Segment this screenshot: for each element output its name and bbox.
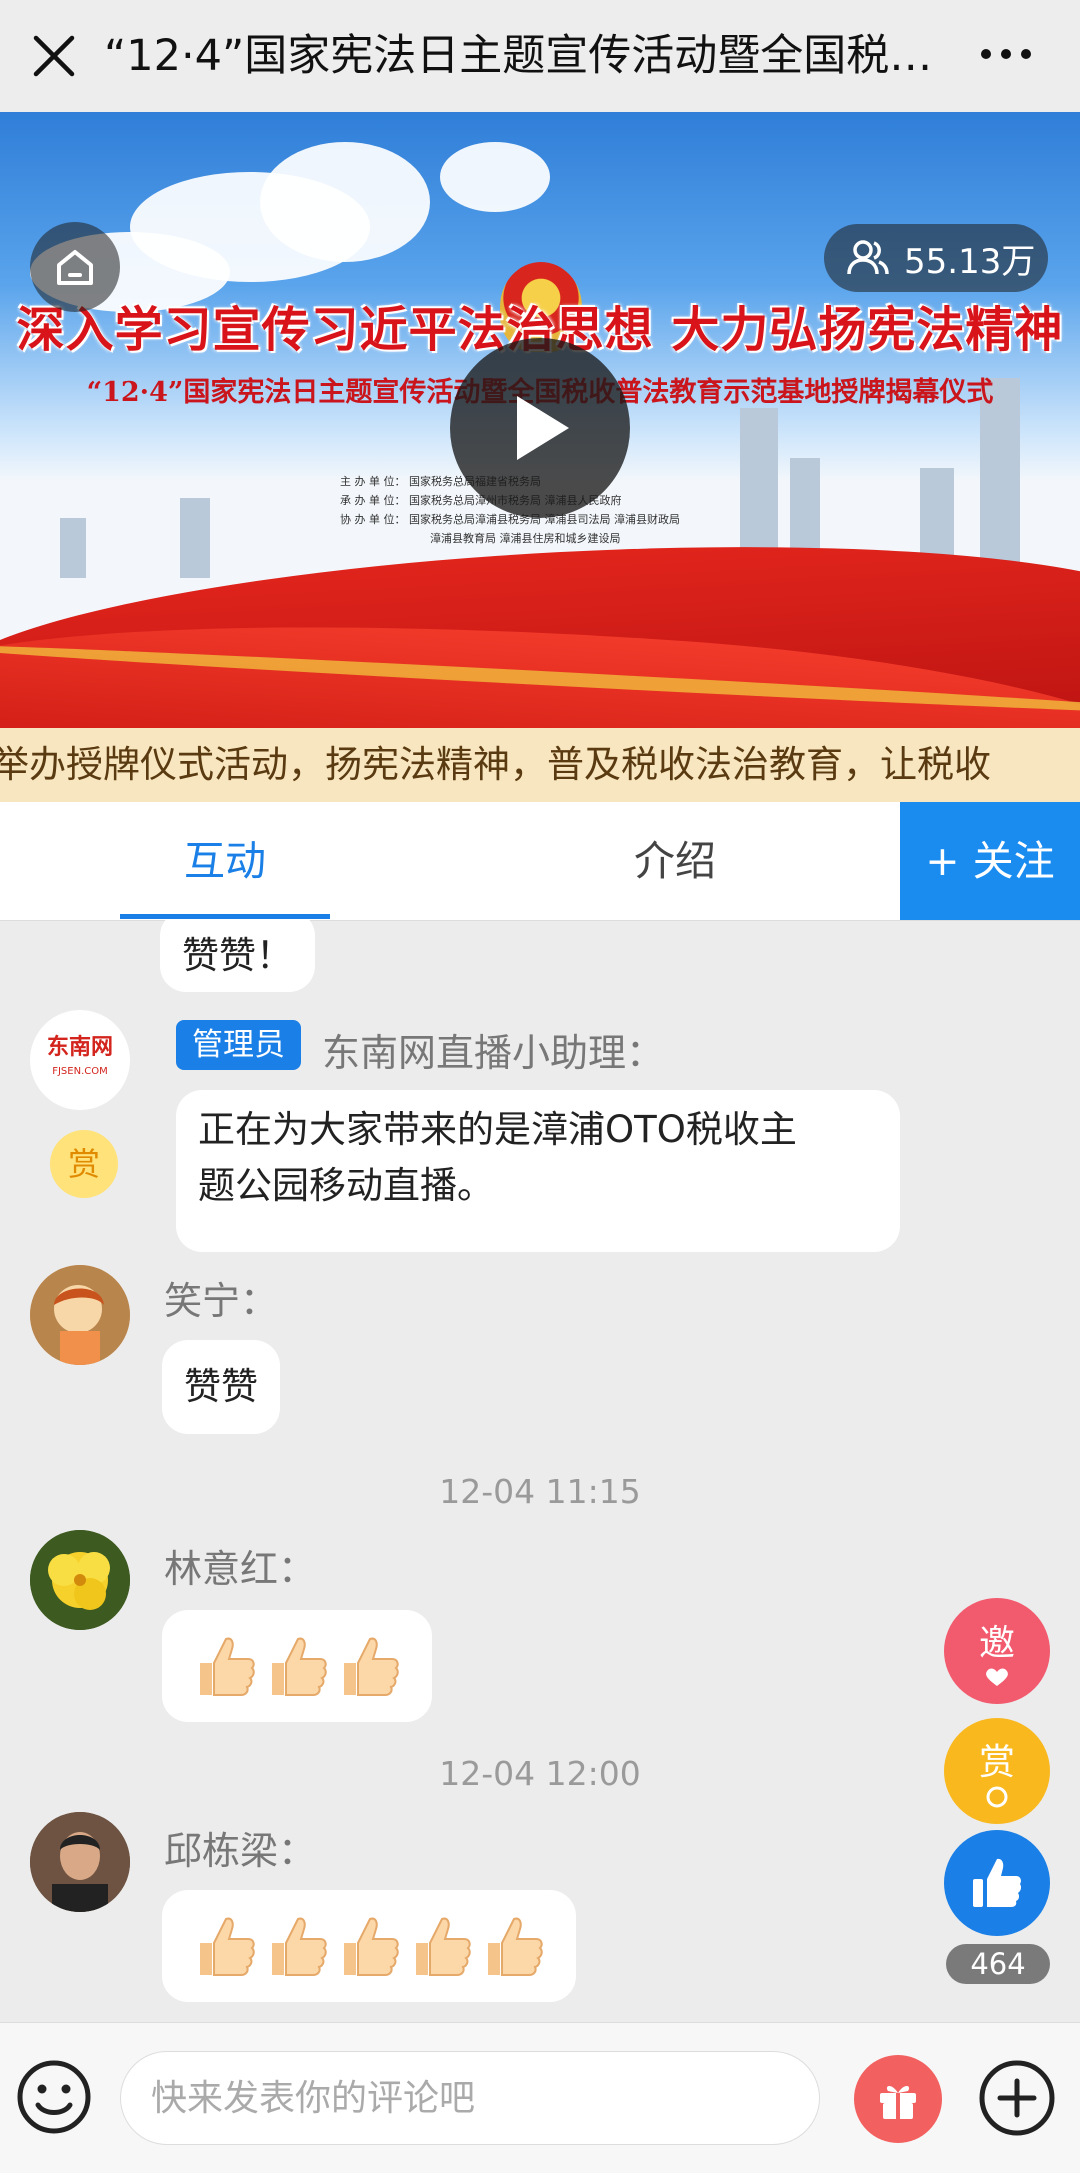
flower-avatar-icon	[30, 1530, 130, 1630]
timestamp: 12-04 11:15	[439, 1472, 641, 1511]
admin-badge: 管理员	[176, 1020, 301, 1070]
chat-text: 题公园移动直播。	[198, 1164, 494, 1207]
username: 笑宁：	[164, 1279, 279, 1323]
heart-icon	[986, 1668, 1008, 1686]
play-icon	[517, 396, 569, 460]
invite-button[interactable]: 邀	[944, 1598, 1050, 1704]
avatar[interactable]	[30, 1530, 130, 1630]
like-button[interactable]	[944, 1830, 1050, 1936]
photo-avatar-icon	[30, 1812, 130, 1912]
avatar[interactable]	[30, 1265, 130, 1365]
chat-text: 正在为大家带来的是漳浦OTO税收主	[198, 1108, 797, 1151]
thumbs-up-icon	[272, 1917, 327, 1976]
thumbs-up-icon	[272, 1637, 327, 1696]
thumbs-up-icon	[344, 1917, 399, 1976]
gift-button[interactable]	[854, 2055, 942, 2143]
users-icon	[847, 240, 889, 275]
chat-stream[interactable]: 赞赞！ 东南网 FJSEN.COM 赏 管理员 东南网直播小助理： 正在为大家带…	[0, 920, 1080, 2022]
active-tab-indicator	[120, 914, 330, 919]
site-logo-text: 东南网	[46, 1035, 113, 1060]
building-decoration	[180, 498, 210, 578]
chat-bubble: 赞赞！	[160, 920, 315, 992]
organizer-line: 漳浦县教育局 漳浦县住房和城乡建设局	[430, 532, 621, 545]
bottom-bar: 快来发表你的评论吧	[0, 2022, 1080, 2173]
chat-text: 赞赞！	[182, 934, 293, 977]
cloud-decoration	[260, 142, 430, 262]
username: 东南网直播小助理：	[322, 1031, 665, 1075]
live-video-player[interactable]: 深入学习宣传习近平法治思想 大力弘扬宪法精神 “12·4”国家宪法日主题宣传活动…	[0, 112, 1080, 728]
home-icon	[57, 250, 93, 285]
reward-mini-button[interactable]: 赏	[50, 1130, 118, 1198]
like-count: 464	[946, 1944, 1050, 1984]
coin-icon	[986, 1786, 1008, 1808]
thumbs-up-icon	[344, 1637, 399, 1696]
organizer-line: 协 办 单 位： 国家税务总局漳浦县税务局 漳浦县司法局 漳浦县财政局	[340, 513, 680, 526]
username: 林意红：	[164, 1547, 317, 1591]
thumbs-up-icon	[200, 1637, 255, 1696]
viewer-count-badge: 55.13万	[824, 224, 1048, 292]
emoji-icon[interactable]	[14, 2057, 94, 2137]
cartoon-avatar-icon	[30, 1265, 130, 1365]
timestamp: 12-04 12:00	[439, 1754, 641, 1793]
building-decoration	[60, 518, 86, 578]
ticker-text: 举办授牌仪式活动，扬宪法精神，普及税收法治教育，让税收	[0, 743, 991, 786]
more-options-icon[interactable]	[976, 34, 1036, 74]
username: 邱栋梁：	[164, 1829, 317, 1873]
comment-input[interactable]: 快来发表你的评论吧	[120, 2051, 820, 2145]
cloud-decoration	[440, 142, 550, 212]
plus-icon[interactable]	[976, 2057, 1058, 2139]
chat-bubble	[162, 1610, 432, 1722]
close-icon[interactable]	[28, 30, 80, 82]
thumbs-up-icon	[200, 1917, 255, 1976]
site-logo-subtext: FJSEN.COM	[52, 1066, 108, 1077]
thumbs-up-row	[184, 1890, 554, 2002]
thumbs-up-icon	[416, 1917, 471, 1976]
tab-interact[interactable]: 互动	[120, 802, 330, 920]
invite-label: 邀	[978, 1623, 1015, 1664]
viewer-count: 55.13万	[904, 241, 1036, 282]
site-logo: 东南网 FJSEN.COM	[30, 1036, 130, 1084]
avatar[interactable]	[30, 1812, 130, 1912]
tab-bar: 互动 介绍 + 关注	[0, 802, 1080, 921]
chat-bubble: 正在为大家带来的是漳浦OTO税收主 题公园移动直播。	[176, 1090, 900, 1252]
home-button[interactable]	[30, 222, 120, 312]
follow-button[interactable]: + 关注	[900, 802, 1080, 920]
thumbs-up-icon	[973, 1858, 1022, 1907]
play-button[interactable]	[450, 338, 630, 518]
thumbs-up-row	[184, 1610, 410, 1722]
scrolling-ticker: 举办授牌仪式活动，扬宪法精神，普及税收法治教育，让税收	[0, 728, 1080, 802]
gift-icon	[880, 2086, 916, 2119]
reward-button[interactable]: 赏	[944, 1718, 1050, 1824]
avatar[interactable]: 东南网 FJSEN.COM	[30, 1010, 130, 1110]
chat-bubble: 赞赞	[162, 1340, 280, 1434]
tab-intro[interactable]: 介绍	[570, 802, 780, 920]
chat-text: 赞赞	[184, 1365, 258, 1408]
thumbs-up-icon	[488, 1917, 543, 1976]
page-title: “12·4”国家宪法日主题宣传活动暨全国税…	[104, 31, 933, 81]
chat-bubble	[162, 1890, 576, 2002]
reward-label: 赏	[978, 1742, 1015, 1783]
top-bar: “12·4”国家宪法日主题宣传活动暨全国税…	[0, 0, 1080, 112]
